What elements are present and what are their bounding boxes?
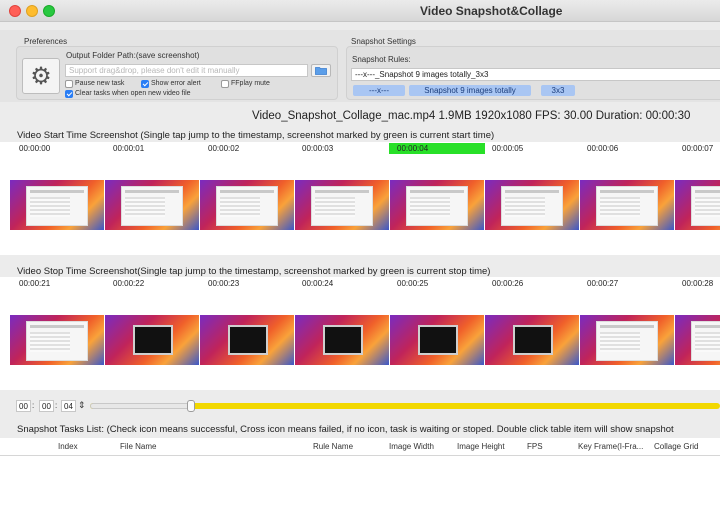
snapshot-settings-label: Snapshot Settings [351,37,416,46]
output-folder-label: Output Folder Path:(save screenshot) [66,51,200,60]
stop-timestamp[interactable]: 00:00:26 [492,279,523,288]
column-header-image-height[interactable]: Image Height [457,442,505,451]
output-folder-input[interactable]: Support drag&drop, please don't edit it … [65,64,308,77]
rule-chip-pattern: ---x--- [353,85,405,96]
start-timestamp[interactable]: 00:00:00 [19,144,50,153]
column-header-fps[interactable]: FPS [527,442,543,451]
start-thumbnail[interactable] [10,180,104,230]
hours-field[interactable]: 00 [16,400,31,412]
stop-timestamp[interactable]: 00:00:24 [302,279,333,288]
seconds-field[interactable]: 04 [61,400,76,412]
folder-icon [315,67,327,75]
start-timestamp[interactable]: 00:00:06 [587,144,618,153]
stepper-arrows-icon[interactable]: ⇕ [78,400,86,411]
stop-thumbnail[interactable] [295,315,389,365]
stop-timestamp[interactable]: 00:00:21 [19,279,50,288]
column-header-collage-grid[interactable]: Collage Grid [654,442,698,451]
stop-timestamp[interactable]: 00:00:23 [208,279,239,288]
slider-elapsed-track [90,403,191,409]
start-timestamp-selected[interactable]: 00:00:04 [389,143,485,154]
tasks-table[interactable] [0,438,720,528]
column-header-file-name[interactable]: File Name [120,442,156,451]
stop-thumbnail[interactable] [10,315,104,365]
stop-timestamp[interactable]: 00:00:27 [587,279,618,288]
stop-timestamp[interactable]: 00:00:28 [682,279,713,288]
column-header-key-frame[interactable]: Key Frame(I-Fra... [578,442,643,451]
settings-button[interactable]: ⚙ [22,58,60,94]
start-thumbnail[interactable] [485,180,579,230]
zoom-window-button[interactable] [43,5,55,17]
start-thumbnail[interactable] [675,180,720,230]
start-thumbnail[interactable] [580,180,674,230]
start-timestamp[interactable]: 00:00:05 [492,144,523,153]
start-thumbnail-selected[interactable] [390,180,484,230]
snapshot-rules-label: Snapshot Rules: [352,55,411,64]
app-window: Video Snapshot&Collage Preferences ⚙ Out… [0,0,720,528]
start-thumbnail-strip: 00:00:00 00:00:01 00:00:02 00:00:03 00:0… [0,142,720,255]
pause-new-task-checkbox[interactable] [65,80,73,88]
start-timestamp[interactable]: 00:00:02 [208,144,239,153]
column-header-index[interactable]: Index [58,442,78,451]
time-scrubber-bar: 00 : 00 : 04 ⇕ [0,395,720,415]
snapshot-rule-value: ---x---_Snapshot 9 images totally_3x3 [355,70,489,79]
gear-icon: ⚙ [30,62,52,90]
stop-thumbnail-strip: 00:00:21 00:00:22 00:00:23 00:00:24 00:0… [0,277,720,390]
start-timestamp[interactable]: 00:00:03 [302,144,333,153]
start-thumbnail[interactable] [105,180,199,230]
show-error-alert-label: Show error alert [151,80,201,87]
time-separator: : [32,401,35,410]
tasks-list-header: Snapshot Tasks List: (Check icon means s… [17,424,674,435]
column-header-rule-name[interactable]: Rule Name [313,442,353,451]
stop-thumbnail[interactable] [675,315,720,365]
start-timestamp[interactable]: 00:00:07 [682,144,713,153]
slider-knob[interactable] [186,400,195,412]
stop-thumbnail[interactable] [580,315,674,365]
output-folder-placeholder: Support drag&drop, please don't edit it … [69,66,240,75]
rule-chip-count: Snapshot 9 images totally [409,85,531,96]
pause-new-task-label: Pause new task [75,80,125,87]
column-header-image-width[interactable]: Image Width [389,442,434,451]
stop-thumbnail[interactable] [485,315,579,365]
ffplay-mute-checkbox[interactable] [221,80,229,88]
minutes-field[interactable]: 00 [39,400,54,412]
time-slider[interactable] [90,400,720,412]
video-file-info: Video_Snapshot_Collage_mac.mp4 1.9MB 192… [252,110,691,122]
start-thumbnail[interactable] [200,180,294,230]
stop-section-header: Video Stop Time Screenshot(Single tap ju… [17,266,491,277]
close-window-button[interactable] [9,5,21,17]
stop-timestamp[interactable]: 00:00:22 [113,279,144,288]
window-title: Video Snapshot&Collage [420,4,563,18]
ffplay-mute-label: FFplay mute [231,80,270,87]
start-section-header: Video Start Time Screenshot (Single tap … [17,130,495,141]
choose-folder-button[interactable] [311,64,331,77]
minimize-window-button[interactable] [26,5,38,17]
start-thumbnail[interactable] [295,180,389,230]
start-timestamp[interactable]: 00:00:01 [113,144,144,153]
clear-tasks-label: Clear tasks when open new video file [75,90,191,97]
table-header-divider [0,455,720,456]
stop-thumbnail[interactable] [200,315,294,365]
time-separator: : [55,401,58,410]
clear-tasks-checkbox[interactable] [65,90,73,98]
stop-thumbnail[interactable] [105,315,199,365]
preferences-label: Preferences [24,37,68,46]
snapshot-rule-field[interactable]: ---x---_Snapshot 9 images totally_3x3 [351,68,720,81]
show-error-alert-checkbox[interactable] [141,80,149,88]
stop-timestamp[interactable]: 00:00:25 [397,279,428,288]
stop-thumbnail[interactable] [390,315,484,365]
title-bar: Video Snapshot&Collage [0,0,720,22]
rule-chip-grid: 3x3 [541,85,575,96]
